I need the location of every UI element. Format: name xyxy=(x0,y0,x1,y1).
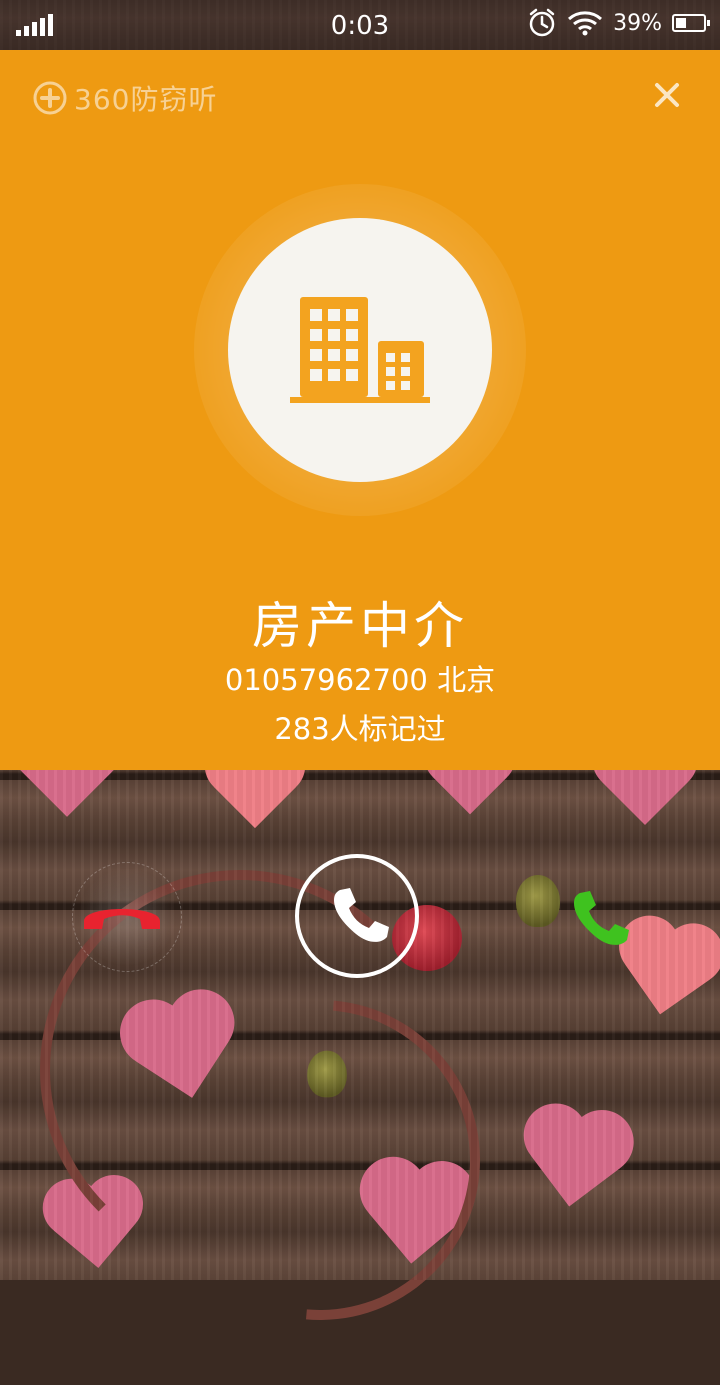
battery-percent: 39% xyxy=(613,10,662,36)
alarm-icon xyxy=(529,8,555,37)
close-icon[interactable] xyxy=(650,78,684,112)
wallpaper-heart xyxy=(507,1102,642,1228)
wallpaper-heart xyxy=(109,986,257,1125)
brand: 360防窃听 xyxy=(32,78,217,118)
brand-logo-icon xyxy=(33,81,67,115)
decline-call-icon[interactable] xyxy=(80,895,164,935)
wallpaper-bud xyxy=(307,1050,347,1098)
caller-id-card: 360防窃听 房产中介 01057962700 北京 283人标记过 xyxy=(0,50,720,770)
status-bar: 0:03 39% xyxy=(0,0,720,50)
wallpaper-bud xyxy=(516,875,560,927)
caller-name: 房产中介 xyxy=(252,597,468,655)
caller-avatar xyxy=(228,218,492,482)
wallpaper-heart xyxy=(347,1157,483,1283)
wallpaper-heart xyxy=(36,1175,154,1284)
battery-icon xyxy=(672,14,710,32)
wifi-icon xyxy=(568,11,603,36)
mark-count: 283人标记过 xyxy=(274,712,446,746)
accept-call-icon[interactable] xyxy=(566,887,632,953)
battery-fill xyxy=(676,18,686,28)
building-icon xyxy=(290,297,430,403)
phone-handset-icon[interactable] xyxy=(326,884,392,950)
wallpaper-ribbon xyxy=(94,934,546,1385)
brand-name: 360防窃听 xyxy=(74,83,218,116)
caller-number-location: 01057962700 北京 xyxy=(224,663,496,697)
